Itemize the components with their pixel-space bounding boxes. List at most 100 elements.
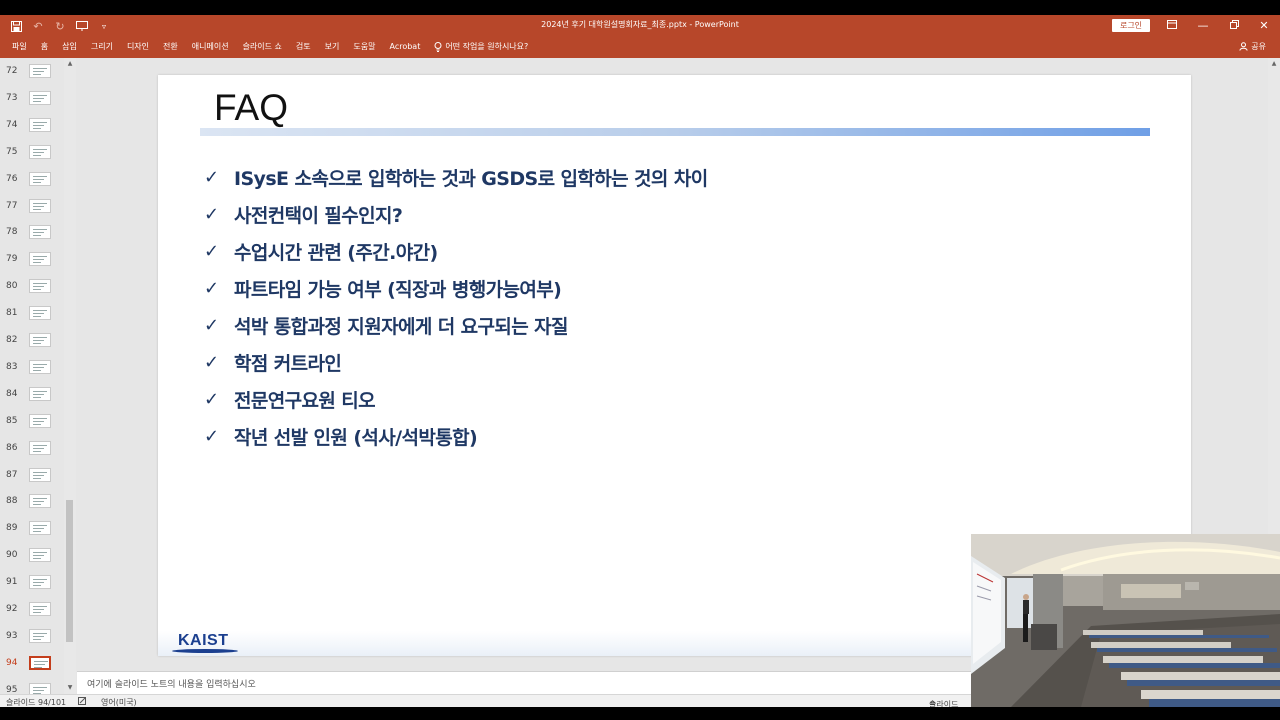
slide-thumbnail[interactable] [29,548,51,563]
thumbnail-item[interactable]: 76 [0,170,64,190]
scrollbar-thumb[interactable] [66,500,73,642]
thumbnail-item[interactable]: 82 [0,331,64,351]
slide-thumbnail[interactable] [29,171,51,186]
thumbnail-line [33,558,41,560]
thumbnail-item[interactable]: 93 [0,627,64,647]
slide-thumbnail[interactable] [29,117,51,132]
tab-insert[interactable]: 삽입 [55,40,84,54]
tab-transitions[interactable]: 전환 [156,40,185,54]
slide-title[interactable]: FAQ [214,87,288,129]
thumbnail-line [33,202,47,204]
thumbnail-line [33,68,47,69]
tab-review[interactable]: 검토 [289,40,318,54]
thumbnail-item[interactable]: 90 [0,546,64,566]
thumbnail-item[interactable]: 88 [0,492,64,512]
close-icon[interactable]: ✕ [1249,17,1279,35]
tab-animations[interactable]: 애니메이션 [185,40,236,54]
scroll-up-icon[interactable]: ▲ [66,60,74,67]
slide-thumbnail[interactable] [29,198,51,213]
tab-home[interactable]: 홈 [34,40,55,54]
slide-thumbnail[interactable] [29,521,51,536]
scroll-down-icon[interactable]: ▼ [66,684,74,691]
thumbnail-item[interactable]: 94 [0,654,64,674]
slide-thumbnail[interactable] [29,225,51,240]
slide-thumbnail[interactable] [29,306,51,321]
thumbnail-line [33,612,41,613]
thumbnail-item[interactable]: 92 [0,600,64,620]
list-item[interactable]: ✓ 사전컨택이 필수인지? [204,196,708,233]
thumbnail-number: 79 [6,254,18,265]
thumbnail-line [33,97,44,99]
lightbulb-icon [434,42,442,52]
thumbnail-line [33,447,44,449]
thumbnail-item[interactable]: 77 [0,197,64,217]
list-item[interactable]: ✓ 파트타임 가능 여부 (직장과 병행가능여부) [204,270,708,307]
thumbnail-line [33,127,41,129]
slide-thumbnail[interactable] [29,494,51,509]
thumbnail-item[interactable]: 72 [0,62,64,82]
list-item[interactable]: ✓ ISysE 소속으로 입학하는 것과 GSDS로 입학하는 것의 차이 [204,159,708,196]
list-item[interactable]: ✓ 전문연구요원 티오 [204,381,708,418]
thumbnail-item[interactable]: 75 [0,143,64,163]
thumbnail-line [33,528,44,530]
slide-thumbnail[interactable] [29,144,51,159]
thumbnail-number: 91 [6,577,18,588]
thumbnail-item[interactable]: 91 [0,573,64,593]
accessibility-icon[interactable] [78,697,87,707]
thumbnail-number: 82 [6,335,18,345]
list-item[interactable]: ✓ 수업시간 관련 (주간.야간) [204,233,708,270]
slide-thumbnail[interactable] [29,279,51,294]
login-button[interactable]: 로그인 [1112,19,1150,32]
slide-thumbnail[interactable] [29,602,51,616]
slide-thumbnail[interactable] [29,252,51,267]
list-item[interactable]: ✓ 학점 커트라인 [204,344,708,381]
thumbnail-line [33,313,44,315]
thumbnail-item[interactable]: 83 [0,358,64,378]
list-item[interactable]: ✓ 작년 선발 인원 (석사/석박통합) [204,418,708,455]
thumbnail-line [33,501,44,503]
slide-thumbnail[interactable] [29,90,51,105]
thumbnail-line [33,151,44,153]
slide-thumbnail[interactable] [29,64,51,78]
slide-thumbnail[interactable] [29,628,51,643]
thumbnail-scrollbar[interactable]: ▲ ▼ [64,58,76,694]
thumbnail-item[interactable]: 73 [0,89,64,109]
minimize-icon[interactable]: — [1188,17,1218,35]
thumbnail-item[interactable]: 86 [0,439,64,459]
slide-thumbnail[interactable] [29,467,51,482]
thumbnail-item[interactable]: 78 [0,223,64,243]
slide-thumbnail[interactable] [29,333,51,347]
thumbnail-item[interactable]: 81 [0,304,64,324]
slide-thumbnail[interactable] [29,655,51,670]
thumbnail-item[interactable]: 79 [0,250,64,270]
ribbon-display-icon[interactable] [1157,17,1187,35]
slide-thumbnail[interactable] [29,359,51,374]
thumbnail-item[interactable]: 85 [0,412,64,432]
tab-help[interactable]: 도움말 [346,40,382,54]
thumbnail-number: 83 [6,361,18,372]
thumbnail-item[interactable]: 84 [0,385,64,405]
tab-slideshow[interactable]: 슬라이드 쇼 [236,40,289,54]
slide-thumbnail[interactable] [29,386,51,401]
faq-bullet-list[interactable]: ✓ ISysE 소속으로 입학하는 것과 GSDS로 입학하는 것의 차이 ✓ 사전… [204,159,708,455]
slide-thumbnail[interactable] [29,575,51,590]
thumbnail-line [33,686,47,688]
slide-thumbnail[interactable] [29,413,51,428]
editor-scroll-up-icon[interactable]: ▲ [1270,60,1278,67]
list-item[interactable]: ✓ 석박 통합과정 지원자에게 더 요구되는 자질 [204,307,708,344]
tab-view[interactable]: 보기 [318,40,347,54]
thumbnail-line [33,689,44,691]
restore-icon[interactable] [1219,17,1249,35]
thumbnail-item[interactable]: 74 [0,116,64,136]
tell-me-box[interactable]: 어떤 작업을 원하시나요? [427,40,535,54]
faq-item-text: 수업시간 관련 (주간.야간) [234,242,438,264]
tab-draw[interactable]: 그리기 [84,40,120,54]
tab-acrobat[interactable]: Acrobat [382,40,427,54]
thumbnail-item[interactable]: 80 [0,277,64,297]
share-button[interactable]: 공유 [1239,41,1266,52]
tab-design[interactable]: 디자인 [120,40,156,54]
thumbnail-item[interactable]: 89 [0,519,64,539]
slide-thumbnail[interactable] [29,440,51,455]
tab-file[interactable]: 파일 [5,40,34,54]
thumbnail-item[interactable]: 87 [0,466,64,486]
